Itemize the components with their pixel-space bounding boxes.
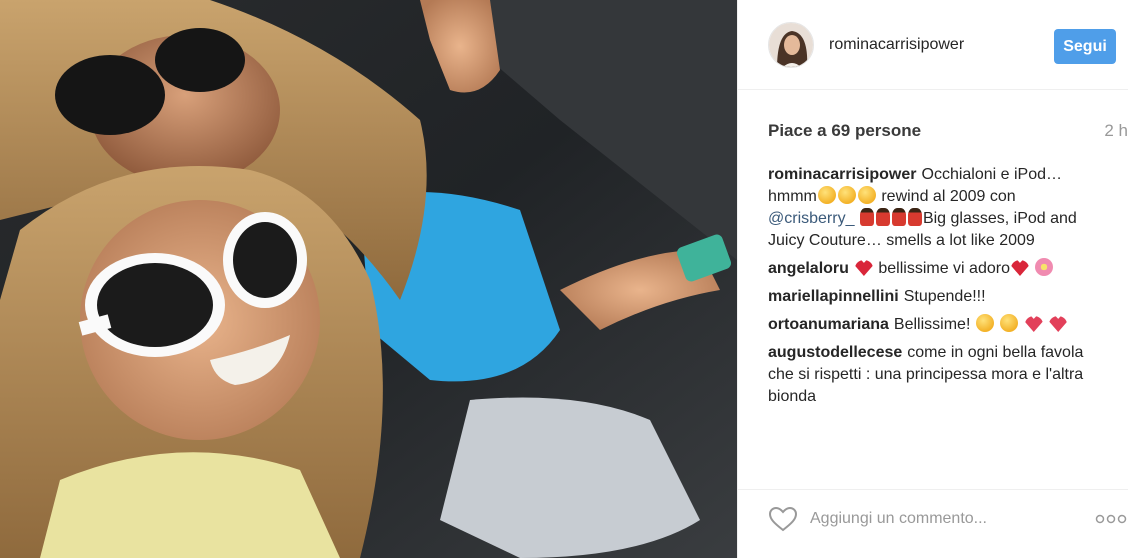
comment-input[interactable] [810,506,1070,532]
comment-item: mariellapinnellini Stupende!!! [768,286,1103,308]
caption: rominacarrisipower Occhialoni e iPod… hmm… [768,164,1103,252]
heart-emoji-icon [1010,260,1029,276]
dancer-emoji-icon [907,208,922,226]
post-username[interactable]: rominacarrisipower [829,36,964,54]
comment-username[interactable]: angelaloru [768,260,849,277]
smirk-emoji-icon [817,186,836,204]
comment-item: augustodellecese come in ogni bella favol… [768,342,1103,408]
smirk-emoji-icon [837,186,856,204]
heart-eyes-emoji-icon [1000,314,1019,332]
post-sidebar: rominacarrisipower Segui Piace a 69 pers… [737,0,1128,558]
comment-footer [738,489,1128,558]
heart-emoji-icon [854,260,873,276]
avatar[interactable] [768,22,814,68]
caption-text-2: rewind al 2009 con [876,188,1016,205]
sparkling-heart-emoji-icon [1049,316,1068,332]
likes-count[interactable]: Piace a 69 persone [768,121,921,141]
smirk-emoji-icon [857,186,876,204]
comment-item: ortoanumariana Bellissime! [768,314,1103,336]
flower-emoji-icon [1035,258,1054,276]
comment-username[interactable]: mariellapinnellini [768,288,899,305]
heart-outline-icon[interactable] [768,506,798,532]
comment-text: bellissime vi adoro [878,260,1010,277]
sparkling-heart-emoji-icon [1024,316,1043,332]
comment-text: Bellissime! [893,316,971,333]
caption-mention[interactable]: @crisberry_ [768,210,854,227]
dancer-emoji-icon [859,208,874,226]
follow-button[interactable]: Segui [1054,29,1116,64]
comments-list: rominacarrisipower Occhialoni e iPod… hmm… [768,164,1103,414]
caption-username[interactable]: rominacarrisipower [768,166,917,183]
dancer-emoji-icon [875,208,890,226]
likes-row: Piace a 69 persone 2 h [768,121,1128,143]
comment-username[interactable]: ortoanumariana [768,316,889,333]
comment-username[interactable]: augustodellecese [768,344,902,361]
post-time[interactable]: 2 h [1104,121,1128,141]
post-header: rominacarrisipower Segui [738,0,1128,90]
heart-eyes-emoji-icon [975,314,994,332]
more-options-icon[interactable] [1094,512,1128,526]
avatar-image [769,23,813,67]
post-photo[interactable] [0,0,737,558]
comment-text: Stupende!!! [903,288,986,305]
comment-item: angelaloru bellissime vi adoro [768,258,1103,280]
photo-image [0,0,737,558]
dancer-emoji-icon [891,208,906,226]
